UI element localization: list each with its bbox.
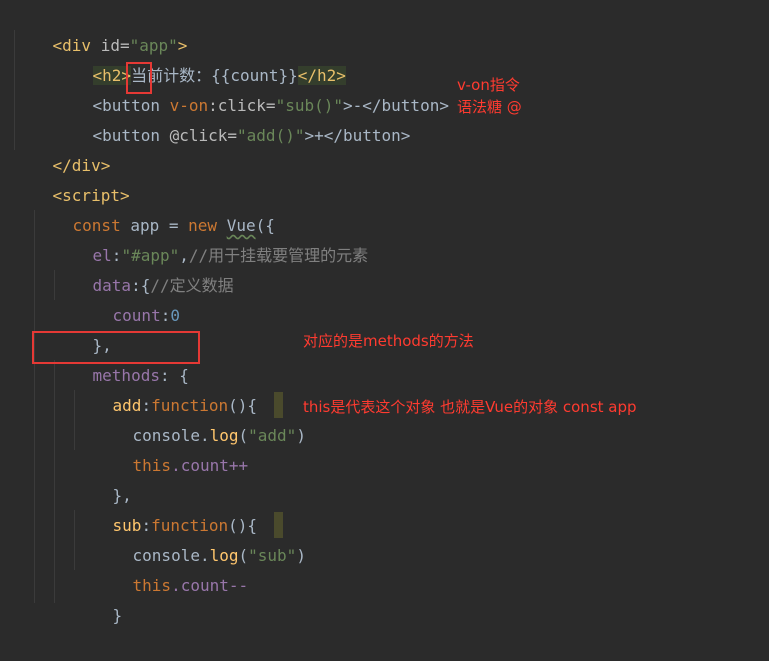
code-line-1: <div id="app"> [14,1,188,55]
code-line-20: } [74,571,123,625]
keyword-this: this [132,456,172,475]
code-line-4: <button @click="add()">+</button> [54,91,411,145]
code-line-13: add:function(){ [74,361,258,415]
code-line-5: </div> [14,121,111,175]
code-line-3: <button v-on:click="sub()">-</button> [54,61,449,115]
attr-value: "add()" [237,126,305,145]
attr-name: @click= [169,126,238,145]
punctuation: : [160,306,171,325]
code-line-19: this.count-- [94,541,249,595]
punctuation: ) [296,546,306,565]
string-value: "add" [248,426,297,445]
code-line-7: const app = new Vue({ [34,181,275,235]
brace-match-marker [274,392,283,418]
punctuation: } [112,606,123,625]
code-line-15: this.count++ [94,421,249,475]
punctuation: ) [296,426,306,445]
keyword-this: this [132,576,172,595]
von-annotation-title: v-on指令 [457,76,520,94]
brace-match-marker [274,512,283,538]
code-line-12: methods: { [54,331,189,385]
code-line-2: <h2>当前计数：{{count}}</h2> [54,31,346,85]
member-access: .count-- [171,576,249,595]
code-line-17: sub:function(){ [74,481,258,535]
tag-close: </button> [323,126,411,145]
this-annotation: this是代表这个对象 也就是Vue的对象 const app [303,398,637,416]
property-key: count [112,306,161,325]
code-line-8: el:"#app",//用于挂载要管理的元素 [54,211,369,265]
member-access: .count++ [171,456,249,475]
methods-annotation: 对应的是methods的方法 [303,332,474,350]
code-line-9: data:{//定义数据 [54,241,234,295]
code-editor[interactable]: <div id="app"> <h2>当前计数：{{count}}</h2> <… [0,0,769,625]
code-line-11: }, [54,301,112,355]
button-text: >+ [304,126,324,145]
code-line-6: <script> [14,151,130,205]
code-line-16: }, [74,451,132,505]
string-value: "sub" [248,546,297,565]
number-value: 0 [170,306,180,325]
code-line-10: count:0 [74,271,180,325]
von-annotation-sugar: 语法糖 @ [457,98,522,116]
